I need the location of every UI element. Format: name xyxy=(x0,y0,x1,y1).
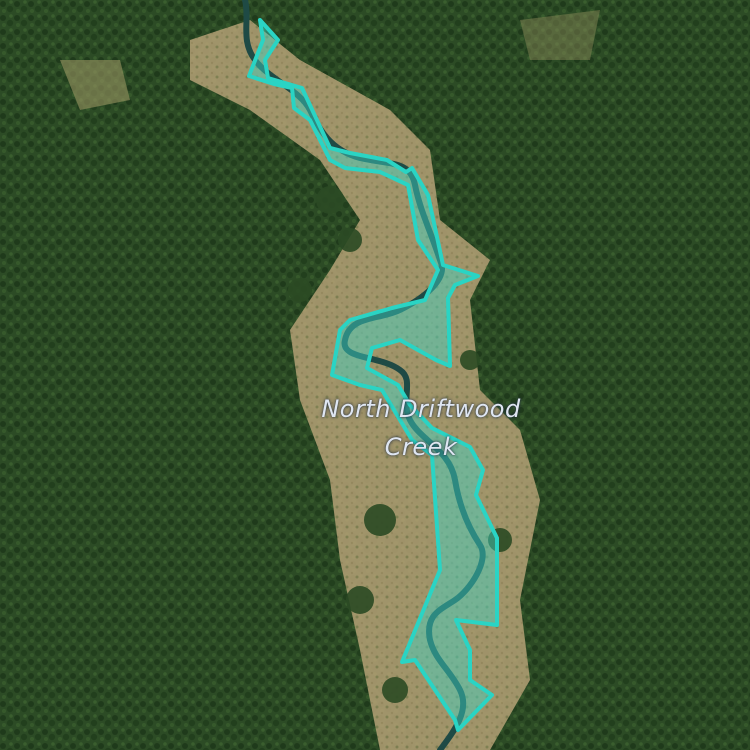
creek-name-label: North Driftwood Creek xyxy=(0,390,750,466)
creek-name-line2: Creek xyxy=(384,433,458,461)
map-view[interactable]: North Driftwood Creek xyxy=(0,0,750,750)
satellite-imagery xyxy=(0,0,750,750)
creek-name-line1: North Driftwood xyxy=(321,395,521,423)
